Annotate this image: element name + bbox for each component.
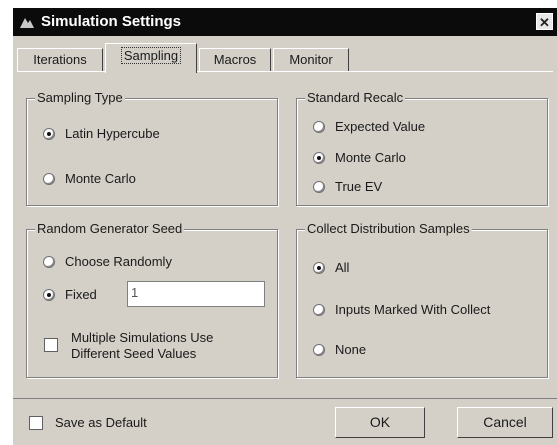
simulation-settings-dialog: Simulation Settings ✕ Iterations Samplin… bbox=[13, 8, 557, 445]
random-seed-group: Random Generator Seed Choose Randomly Fi… bbox=[26, 221, 278, 378]
random-seed-legend: Random Generator Seed bbox=[35, 221, 185, 237]
multiple-simulations-checkbox[interactable] bbox=[44, 338, 58, 352]
tab-sampling[interactable]: Sampling bbox=[105, 43, 197, 73]
radio-collect-all[interactable]: All bbox=[313, 260, 349, 276]
sampling-type-group: Sampling Type Latin Hypercube Monte Carl… bbox=[26, 90, 278, 206]
collect-samples-group: Collect Distribution Samples All Inputs … bbox=[296, 221, 548, 378]
ok-button[interactable]: OK bbox=[335, 407, 425, 438]
radio-icon bbox=[313, 121, 325, 133]
tab-iterations[interactable]: Iterations bbox=[17, 48, 103, 71]
standard-recalc-group: Standard Recalc Expected Value Monte Car… bbox=[296, 90, 548, 206]
radio-choose-randomly[interactable]: Choose Randomly bbox=[43, 254, 172, 270]
radio-true-ev[interactable]: True EV bbox=[313, 179, 382, 195]
radio-inputs-marked-collect[interactable]: Inputs Marked With Collect bbox=[313, 302, 490, 318]
radio-selected-icon bbox=[313, 152, 325, 164]
app-icon bbox=[20, 18, 34, 28]
radio-collect-none[interactable]: None bbox=[313, 342, 366, 358]
radio-fixed[interactable]: Fixed bbox=[43, 287, 97, 303]
radio-monte-carlo-sampling[interactable]: Monte Carlo bbox=[43, 171, 136, 187]
radio-icon bbox=[313, 181, 325, 193]
cancel-button[interactable]: Cancel bbox=[457, 407, 553, 438]
multiple-simulations-label: Multiple Simulations Use Different Seed … bbox=[71, 330, 214, 361]
title-bar[interactable]: Simulation Settings ✕ bbox=[13, 8, 557, 36]
radio-latin-hypercube[interactable]: Latin Hypercube bbox=[43, 126, 160, 142]
tab-panel-edge bbox=[17, 71, 553, 72]
footer-separator bbox=[13, 398, 557, 399]
radio-selected-icon bbox=[43, 289, 55, 301]
standard-recalc-legend: Standard Recalc bbox=[305, 90, 406, 106]
radio-icon bbox=[43, 173, 55, 185]
save-as-default-label: Save as Default bbox=[55, 415, 147, 430]
radio-selected-icon bbox=[313, 262, 325, 274]
radio-monte-carlo-recalc[interactable]: Monte Carlo bbox=[313, 150, 406, 166]
radio-icon bbox=[313, 344, 325, 356]
radio-icon bbox=[43, 256, 55, 268]
save-as-default-checkbox[interactable] bbox=[29, 416, 43, 430]
radio-selected-icon bbox=[43, 128, 55, 140]
radio-expected-value[interactable]: Expected Value bbox=[313, 119, 425, 135]
close-icon[interactable]: ✕ bbox=[536, 13, 553, 30]
tab-macros[interactable]: Macros bbox=[199, 48, 271, 71]
collect-samples-legend: Collect Distribution Samples bbox=[305, 221, 472, 237]
window-title: Simulation Settings bbox=[41, 13, 182, 30]
sampling-type-legend: Sampling Type bbox=[35, 90, 125, 106]
tab-monitor[interactable]: Monitor bbox=[273, 48, 349, 71]
radio-icon bbox=[313, 304, 325, 316]
seed-value-field[interactable]: 1 bbox=[127, 281, 265, 307]
